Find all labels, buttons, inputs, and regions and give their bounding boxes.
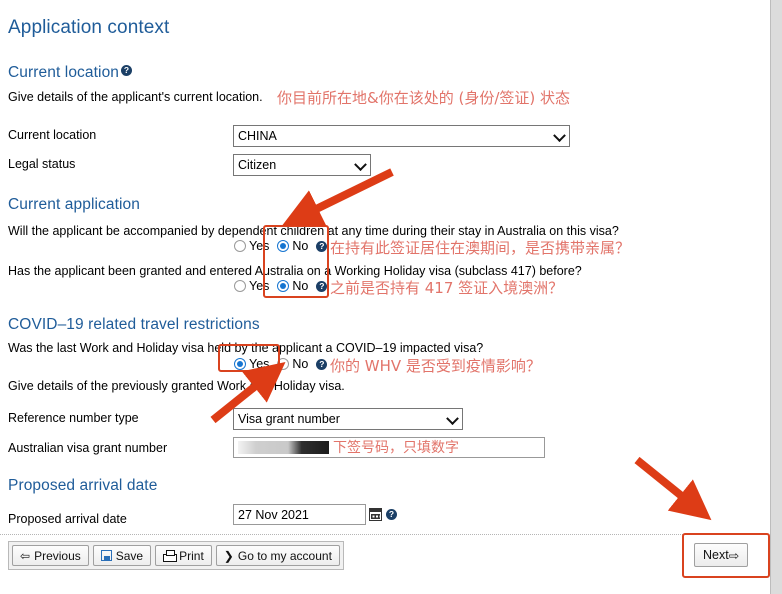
arrow-left-icon: ⇦ [20, 548, 31, 563]
current-location-description: Give details of the applicant's current … [8, 90, 263, 104]
label-visa-grant-number: Australian visa grant number [8, 441, 168, 455]
next-button-label: Next [703, 548, 729, 562]
radio-label-yes: Yes [249, 279, 270, 293]
print-button[interactable]: Print [155, 545, 212, 566]
radio-covid-no[interactable]: No [277, 357, 308, 371]
toolbar-separator [0, 534, 769, 535]
application-form-page: Application context Current location ? G… [0, 0, 770, 594]
radio-label-no: No [292, 357, 309, 371]
help-icon-covid[interactable]: ? [316, 358, 328, 370]
annotation-dependent-children: 在持有此签证居住在澳期间，是否携带亲属？ [330, 239, 631, 257]
go-to-my-account-label: Go to my account [237, 548, 332, 563]
question-dependent-children: Will the applicant be accompanied by dep… [8, 224, 619, 238]
radio-dot-yes[interactable] [234, 280, 246, 292]
radio-label-yes: Yes [249, 239, 270, 253]
radio-previous-417-no[interactable]: No [277, 279, 308, 293]
chevron-right-icon: ❯ [223, 548, 234, 563]
input-proposed-arrival-date[interactable] [233, 504, 366, 525]
radio-label-yes: Yes [249, 357, 270, 371]
radio-dependent-children-yes[interactable]: Yes [234, 239, 269, 253]
radio-previous-417-yes[interactable]: Yes [234, 279, 269, 293]
label-reference-number-type: Reference number type [8, 411, 139, 425]
radio-group-previous-417[interactable]: Yes No ? [234, 279, 328, 293]
printer-icon [163, 550, 178, 562]
screenshot-root: Application context Current location ? G… [0, 0, 782, 594]
arrow-right-icon: ⇨ [728, 548, 740, 563]
save-button-label: Save [115, 548, 144, 563]
radio-dot-no[interactable] [277, 240, 290, 252]
label-proposed-arrival-date: Proposed arrival date [8, 512, 127, 526]
radio-dependent-children-no[interactable]: No [277, 239, 308, 253]
annotation-previous-417: 之前是否持有 417 签证入境澳洲？ [330, 279, 564, 297]
select-reference-number-type[interactable]: Visa grant number [233, 408, 463, 430]
select-legal-status[interactable]: Citizen [233, 154, 371, 176]
save-button[interactable]: Save [92, 545, 152, 566]
radio-group-dependent-children[interactable]: Yes No ? [234, 239, 328, 253]
select-wrap-legal-status: Citizen [233, 154, 371, 176]
select-wrap-current-location: CHINA [233, 125, 570, 147]
radio-dot-no[interactable] [277, 280, 290, 292]
go-to-my-account-button[interactable]: ❯ Go to my account [215, 545, 340, 566]
label-current-location: Current location [8, 128, 97, 142]
label-legal-status: Legal status [8, 157, 76, 171]
arrow-to-dependent-children [281, 168, 394, 227]
annotation-current-location: 你目前所在地&你在该处的 (身份/签证) 状态 [277, 89, 570, 107]
radio-group-covid-impacted[interactable]: Yes No ? [234, 357, 328, 371]
previous-button[interactable]: ⇦ Previous [12, 545, 89, 566]
radio-dot-yes[interactable] [234, 240, 246, 252]
radio-label-no: No [292, 279, 309, 293]
bottom-toolbar: ⇦ Previous Save Print ❯ Go to my account [8, 541, 344, 570]
annotation-visa-grant-number: 下签号码，只填数字 [333, 440, 459, 456]
page-gutter [770, 0, 782, 594]
help-icon-arrival-date[interactable]: ? [386, 509, 397, 520]
arrow-to-next-button [634, 456, 712, 521]
radio-label-no: No [292, 239, 309, 253]
radio-covid-yes[interactable]: Yes [234, 357, 269, 371]
section-heading-covid: COVID–19 related travel restrictions [8, 316, 260, 333]
section-heading-arrival: Proposed arrival date [8, 477, 158, 494]
help-icon-previous-417[interactable]: ? [316, 280, 328, 292]
section-heading-current-application: Current application [8, 196, 140, 213]
help-icon-dependent-children[interactable]: ? [316, 240, 328, 252]
annotation-covid: 你的 WHV 是否受到疫情影响？ [330, 357, 541, 375]
question-previous-417: Has the applicant been granted and enter… [8, 264, 582, 278]
section-heading-current-location: Current location [8, 64, 120, 81]
print-button-label: Print [179, 548, 204, 563]
select-wrap-reference-number-type: Visa grant number [233, 408, 463, 430]
next-button[interactable]: Next ⇨ [694, 543, 749, 567]
select-current-location[interactable]: CHINA [233, 125, 570, 147]
question-covid-impacted: Was the last Work and Holiday visa held … [8, 341, 484, 355]
page-title: Application context [8, 17, 170, 38]
radio-dot-yes[interactable] [234, 358, 246, 370]
previous-button-label: Previous [34, 548, 81, 563]
save-disk-icon [100, 550, 112, 561]
redaction-overlay-visa-grant-number [238, 441, 329, 454]
covid-detail-text: Give details of the previously granted W… [8, 379, 345, 393]
help-icon-current-location[interactable]: ? [121, 65, 132, 76]
radio-dot-no[interactable] [277, 358, 290, 370]
calendar-icon[interactable] [369, 508, 382, 521]
